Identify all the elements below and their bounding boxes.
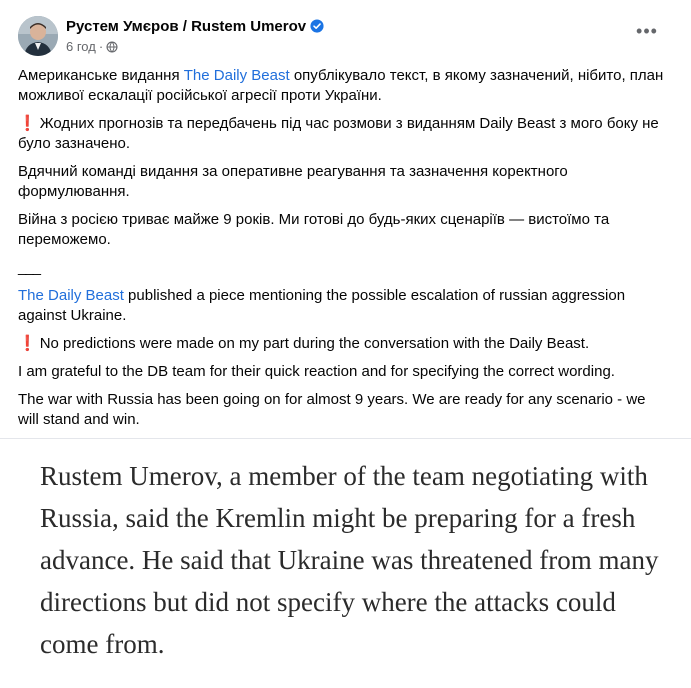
quote-text: Rustem Umerov, a member of the team nego… bbox=[40, 461, 659, 659]
author-avatar[interactable] bbox=[18, 16, 58, 56]
en-paragraph-4: The war with Russia has been going on fo… bbox=[18, 391, 646, 428]
post-header: Рустем Умєров / Rustem Umerov 6 год · ••• bbox=[18, 16, 673, 60]
post-time[interactable]: 6 год bbox=[66, 39, 96, 54]
verified-badge-icon bbox=[310, 19, 324, 33]
en-paragraph-2: ❗ No predictions were made on my part dur… bbox=[18, 334, 668, 354]
uk-paragraph-1: Американське видання The Daily Beast опу… bbox=[18, 66, 668, 106]
attached-image-quote[interactable]: Rustem Umerov, a member of the team nego… bbox=[0, 438, 691, 688]
uk-p2-text: Жодних прогнозів та передбачень під час … bbox=[18, 115, 659, 152]
en-p2-text: No predictions were made on my part duri… bbox=[39, 335, 590, 352]
post-meta: 6 год · bbox=[66, 39, 118, 54]
uk-paragraph-2: ❗ Жодних прогнозів та передбачень під час… bbox=[18, 114, 668, 154]
facebook-post-card: Рустем Умєров / Rustem Umerov 6 год · •••… bbox=[0, 0, 691, 688]
language-divider: ___ bbox=[18, 259, 41, 276]
post-body: Американське видання The Daily Beast опу… bbox=[18, 66, 668, 438]
uk-paragraph-3: Вдячний команді видання за оперативне ре… bbox=[18, 163, 568, 200]
daily-beast-link-uk[interactable]: The Daily Beast bbox=[184, 67, 290, 84]
en-paragraph-3: I am grateful to the DB team for their q… bbox=[18, 363, 615, 380]
exclamation-icon: ❗ bbox=[18, 335, 37, 352]
uk-paragraph-4: Війна з росією триває майже 9 років. Ми … bbox=[18, 211, 610, 248]
more-options-icon[interactable]: ••• bbox=[635, 22, 659, 44]
meta-separator: · bbox=[98, 39, 104, 54]
exclamation-icon: ❗ bbox=[18, 115, 37, 132]
author-name[interactable]: Рустем Умєров / Rustem Umerov bbox=[66, 18, 324, 35]
uk-p1-prefix: Американське видання bbox=[18, 67, 184, 84]
globe-icon[interactable] bbox=[106, 41, 118, 53]
author-name-text[interactable]: Рустем Умєров / Rustem Umerov bbox=[66, 18, 306, 35]
daily-beast-link-en[interactable]: The Daily Beast bbox=[18, 287, 124, 304]
avatar-image bbox=[18, 16, 58, 56]
en-paragraph-1: The Daily Beast published a piece mentio… bbox=[18, 286, 668, 326]
